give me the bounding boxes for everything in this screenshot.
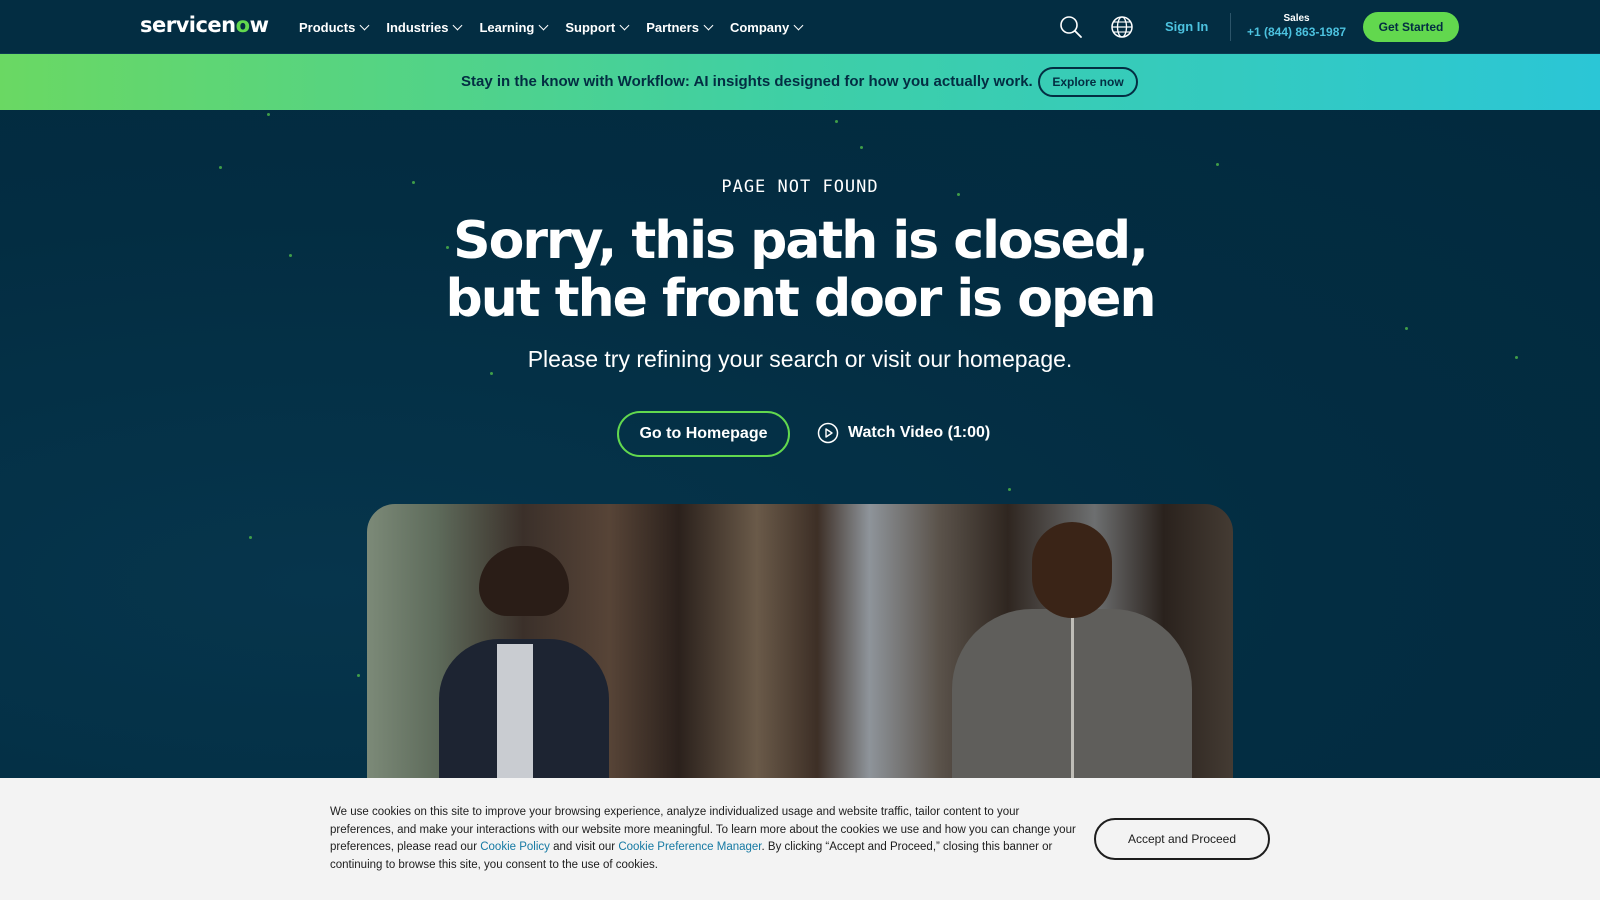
cookie-consent-banner: We use cookies on this site to improve y… <box>0 778 1600 900</box>
nav-item-support[interactable]: Support <box>565 19 630 35</box>
cookie-preference-manager-link[interactable]: Cookie Preference Manager <box>618 841 761 853</box>
video-person-left-shirt <box>497 644 533 784</box>
cookie-text-part: and visit our <box>549 841 619 853</box>
sales-label: Sales <box>1283 13 1310 24</box>
logo-text-o: o <box>235 13 250 37</box>
dot <box>1008 488 1011 491</box>
chevron-down-icon <box>453 20 463 30</box>
dot <box>289 254 292 257</box>
nav-item-industries[interactable]: Industries <box>386 19 463 35</box>
watch-video-label: Watch Video (1:00) <box>848 424 991 441</box>
dot <box>835 120 838 123</box>
sales-contact: Sales +1 (844) 863-1987 <box>1247 13 1346 39</box>
nav-item-learning[interactable]: Learning <box>479 19 549 35</box>
top-navigation: servicenow Products Industries Learning … <box>0 0 1600 54</box>
nav-item-label: Products <box>299 19 356 35</box>
video-person-left-head <box>479 546 569 616</box>
nav-divider <box>1230 13 1231 41</box>
explore-now-button[interactable]: Explore now <box>1038 67 1138 97</box>
sign-in-link[interactable]: Sign In <box>1165 19 1208 34</box>
go-to-homepage-button[interactable]: Go to Homepage <box>617 411 790 457</box>
nav-item-products[interactable]: Products <box>299 19 370 35</box>
accept-and-proceed-button[interactable]: Accept and Proceed <box>1094 818 1270 860</box>
video-person-right-head <box>1032 522 1112 618</box>
nav-item-label: Support <box>565 19 616 35</box>
servicenow-logo[interactable]: servicenow <box>140 13 269 37</box>
chevron-down-icon <box>703 20 714 30</box>
video-person-right-zipper <box>1071 616 1074 784</box>
promo-banner: Stay in the know with Workflow: AI insig… <box>0 54 1600 110</box>
chevron-down-icon <box>793 20 804 30</box>
promo-banner-text: Stay in the know with Workflow: AI insig… <box>461 73 1033 90</box>
play-circle-icon <box>817 422 839 444</box>
dot <box>860 146 863 149</box>
get-started-button[interactable]: Get Started <box>1363 12 1459 42</box>
search-icon[interactable] <box>1058 14 1084 40</box>
headline-line-1: Sorry, this path is closed, <box>453 211 1149 271</box>
logo-text-start: servicen <box>140 13 236 37</box>
chevron-down-icon <box>538 20 549 30</box>
chevron-down-icon <box>359 20 370 30</box>
nav-item-label: Company <box>729 19 790 35</box>
nav-item-company[interactable]: Company <box>729 19 804 35</box>
dot <box>1216 163 1219 166</box>
chevron-down-icon <box>619 20 630 30</box>
page-headline: Sorry, this path is closed, but the fron… <box>300 212 1300 328</box>
globe-icon[interactable] <box>1109 14 1135 40</box>
dot <box>357 674 360 677</box>
nav-item-label: Partners <box>646 19 699 35</box>
logo-text-end: w <box>249 13 269 37</box>
watch-video-button[interactable]: Watch Video (1:00) <box>817 422 990 444</box>
hero-video-thumbnail[interactable] <box>367 504 1233 784</box>
dot <box>1405 327 1408 330</box>
dot <box>219 166 222 169</box>
dot <box>249 536 252 539</box>
dot <box>267 113 270 116</box>
cookie-consent-text: We use cookies on this site to improve y… <box>330 804 1082 874</box>
main-menu: Products Industries Learning Support Par… <box>299 0 804 54</box>
page-subheadline: Please try refining your search or visit… <box>527 346 1073 372</box>
nav-item-label: Learning <box>479 19 535 35</box>
page-not-found-eyebrow: PAGE NOT FOUND <box>721 177 879 197</box>
headline-line-2: but the front door is open <box>445 269 1157 329</box>
nav-item-label: Industries <box>386 19 449 35</box>
nav-item-partners[interactable]: Partners <box>646 19 714 35</box>
sales-phone-link[interactable]: +1 (844) 863-1987 <box>1247 25 1346 39</box>
cookie-policy-link[interactable]: Cookie Policy <box>480 841 550 853</box>
